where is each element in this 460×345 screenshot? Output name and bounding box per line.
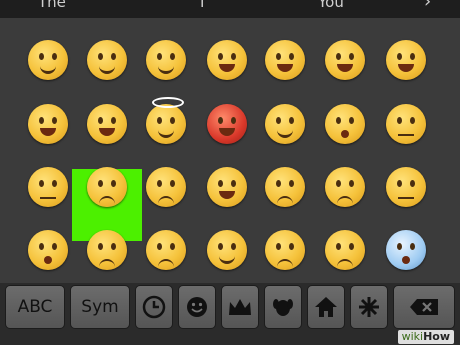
squinting-grin-face-icon [87, 104, 127, 144]
suggestion-bar: The I You › [0, 0, 460, 18]
emoji-surprised-face[interactable] [315, 94, 375, 154]
emoji-smiling-eyes-face[interactable] [77, 30, 137, 90]
emoji-sweat-smile-face[interactable] [255, 30, 315, 90]
emoji-angry-face[interactable] [255, 157, 315, 217]
pouting-face-icon [146, 167, 186, 207]
emoji-neutral-face[interactable] [376, 94, 436, 154]
sweat-smile-face-icon [265, 40, 305, 80]
emoji-devil-face[interactable] [197, 94, 257, 154]
crying-face-icon [325, 167, 365, 207]
smiling-eyes-face-icon [87, 40, 127, 80]
emoji-winking-face[interactable] [255, 94, 315, 154]
places-tab[interactable] [307, 285, 345, 329]
grinning-face-icon [207, 40, 247, 80]
chevron-right-icon[interactable]: › [424, 0, 431, 12]
emoji-grimacing-face[interactable] [197, 157, 257, 217]
angry-face-icon [265, 167, 305, 207]
abc-key[interactable]: ABC [5, 285, 65, 329]
confused-face-icon [87, 167, 127, 207]
surprised-face-icon [325, 104, 365, 144]
backspace-icon [409, 298, 439, 316]
persevering-face-icon [146, 230, 186, 270]
wikihow-watermark: wikiHow [397, 330, 454, 344]
expressionless-face-icon [28, 167, 68, 207]
neutral-face-icon [386, 104, 426, 144]
emoji-hushed-face[interactable] [18, 220, 78, 280]
devil-face-icon [207, 104, 247, 144]
emoji-grid [0, 18, 460, 283]
dog-icon [272, 296, 294, 318]
suggestion-middle[interactable]: I [200, 0, 204, 11]
tears-of-joy-face-icon [28, 104, 68, 144]
clock-icon [142, 295, 166, 319]
sym-key[interactable]: Sym [70, 285, 130, 329]
emoji-pouting-face[interactable] [136, 157, 196, 217]
sleeping-face-icon [386, 167, 426, 207]
emoji-sleeping-face[interactable] [376, 157, 436, 217]
emoji-expressionless-face[interactable] [18, 157, 78, 217]
smiley-icon [186, 296, 208, 318]
fearful-face-icon [386, 230, 426, 270]
emoji-frowning-face[interactable] [255, 220, 315, 280]
emoji-persevering-face[interactable] [136, 220, 196, 280]
emoji-laughing-face[interactable] [376, 30, 436, 90]
laughing-face-icon [386, 40, 426, 80]
winking-face-icon [265, 104, 305, 144]
emoji-blushing-face[interactable] [136, 30, 196, 90]
smiling-face-icon [28, 40, 68, 80]
suggestion-right[interactable]: You [318, 0, 344, 11]
grinning-face-big-icon [325, 40, 365, 80]
emoji-tears-of-joy-face[interactable] [18, 94, 78, 154]
grimacing-face-icon [207, 167, 247, 207]
angel-face-icon [146, 97, 186, 144]
disappointed-face-icon [325, 230, 365, 270]
emoji-tired-face[interactable] [77, 220, 137, 280]
smiley-tab[interactable] [178, 285, 216, 329]
emoji-grinning-face-big[interactable] [315, 30, 375, 90]
relieved-face-icon [207, 230, 247, 270]
hushed-face-icon [28, 230, 68, 270]
nature-tab[interactable] [264, 285, 302, 329]
symbols-tab[interactable] [350, 285, 388, 329]
crown-icon [227, 297, 253, 317]
blushing-face-icon [146, 40, 186, 80]
emoji-crying-face[interactable] [315, 157, 375, 217]
tired-face-icon [87, 230, 127, 270]
emoji-squinting-grin-face[interactable] [77, 94, 137, 154]
recent-tab[interactable] [135, 285, 173, 329]
objects-tab[interactable] [221, 285, 259, 329]
emoji-grinning-face[interactable] [197, 30, 257, 90]
emoji-angel-face[interactable] [136, 94, 196, 154]
emoji-keyboard-bar: ABC Sym [0, 283, 460, 345]
emoji-smiling-face[interactable] [18, 30, 78, 90]
emoji-disappointed-face[interactable] [315, 220, 375, 280]
suggestion-left[interactable]: The [38, 0, 66, 11]
emoji-confused-face[interactable] [77, 157, 137, 217]
asterisk-icon [358, 296, 380, 318]
backspace-key[interactable] [393, 285, 455, 329]
house-icon [314, 296, 338, 318]
emoji-relieved-face[interactable] [197, 220, 257, 280]
frowning-face-icon [265, 230, 305, 270]
emoji-fearful-face[interactable] [376, 220, 436, 280]
